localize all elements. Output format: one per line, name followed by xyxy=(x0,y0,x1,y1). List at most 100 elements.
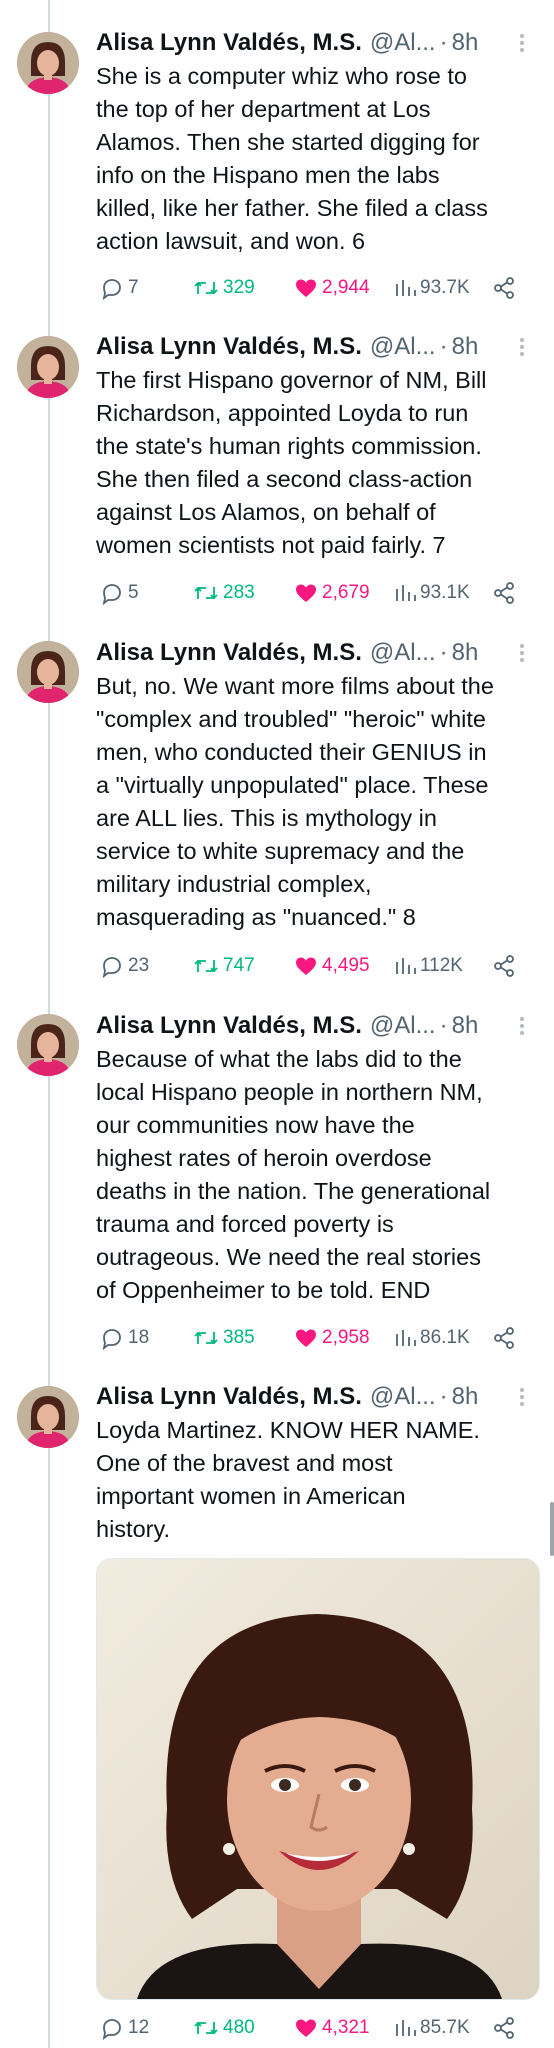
separator-dot: · xyxy=(439,639,448,666)
reply-icon xyxy=(102,2019,121,2040)
separator-dot: · xyxy=(439,1383,448,1410)
share-icon xyxy=(494,277,514,299)
views-button[interactable]: 112K xyxy=(394,952,463,980)
more-icon[interactable] xyxy=(516,1015,528,1039)
like-button[interactable]: 4,495 xyxy=(294,952,370,980)
heart-icon xyxy=(296,584,316,602)
view-count: 112K xyxy=(420,955,463,976)
author-handle[interactable]: @Al... xyxy=(370,1383,436,1411)
author-name[interactable]: Alisa Lynn Valdés, M.S. xyxy=(96,1012,362,1040)
reply-button[interactable]: 7 xyxy=(100,274,139,302)
like-button[interactable]: 2,944 xyxy=(294,274,370,302)
author-handle[interactable]: @Al... xyxy=(370,29,436,57)
timestamp[interactable]: 8h xyxy=(452,333,479,361)
retweet-button[interactable]: 385 xyxy=(193,1324,255,1352)
like-count: 4,321 xyxy=(322,2017,370,2038)
tweet-actions: 7 329 2,944 93.7K xyxy=(100,274,540,302)
heart-icon xyxy=(296,1329,316,1347)
reply-count: 7 xyxy=(128,277,139,298)
tweet-text: Because of what the labs did to the loca… xyxy=(96,1046,491,1303)
tweet-header: Alisa Lynn Valdés, M.S. @Al... · 8h xyxy=(96,1009,478,1043)
timestamp[interactable]: 8h xyxy=(452,639,479,667)
view-count: 93.1K xyxy=(420,582,470,603)
tweet-text: The first Hispano governor of NM, Bill R… xyxy=(96,367,487,558)
tweet-actions: 18 385 2,958 86.1K xyxy=(100,1324,540,1352)
reply-icon xyxy=(102,957,121,978)
avatar[interactable] xyxy=(17,1014,79,1076)
tweet-header: Alisa Lynn Valdés, M.S. @Al... · 8h xyxy=(96,26,478,60)
share-icon xyxy=(494,955,514,977)
share-button[interactable] xyxy=(492,2014,520,2042)
reply-button[interactable]: 12 xyxy=(100,2014,149,2042)
retweet-icon xyxy=(194,2021,218,2035)
like-count: 2,679 xyxy=(322,582,370,603)
more-icon[interactable] xyxy=(516,1386,528,1410)
views-icon xyxy=(396,1330,416,1346)
like-count: 4,495 xyxy=(322,955,370,976)
more-icon[interactable] xyxy=(516,32,528,56)
heart-icon xyxy=(296,2019,316,2037)
retweet-button[interactable]: 329 xyxy=(193,274,255,302)
author-name[interactable]: Alisa Lynn Valdés, M.S. xyxy=(96,639,362,667)
tweet-text: But, no. We want more films about the "c… xyxy=(96,673,494,930)
tweet-text: She is a computer whiz who rose to the t… xyxy=(96,63,488,254)
like-button[interactable]: 4,321 xyxy=(294,2014,370,2042)
separator-dot: · xyxy=(439,1012,448,1039)
separator-dot: · xyxy=(439,333,448,360)
author-handle[interactable]: @Al... xyxy=(370,1012,436,1040)
like-button[interactable]: 2,679 xyxy=(294,579,370,607)
reply-icon xyxy=(102,279,121,300)
timestamp[interactable]: 8h xyxy=(452,29,479,57)
tweet-photo[interactable] xyxy=(96,1558,540,2000)
heart-icon xyxy=(296,279,316,297)
share-icon xyxy=(494,582,514,604)
reply-button[interactable]: 18 xyxy=(100,1324,149,1352)
view-count: 86.1K xyxy=(420,1327,470,1348)
reply-icon xyxy=(102,1329,121,1350)
portrait-image xyxy=(97,1559,539,1999)
retweet-button[interactable]: 747 xyxy=(193,952,255,980)
scrollbar[interactable] xyxy=(550,1502,554,1556)
author-name[interactable]: Alisa Lynn Valdés, M.S. xyxy=(96,1383,362,1411)
avatar[interactable] xyxy=(17,32,79,94)
author-handle[interactable]: @Al... xyxy=(370,333,436,361)
reply-count: 12 xyxy=(128,2017,150,2038)
author-name[interactable]: Alisa Lynn Valdés, M.S. xyxy=(96,29,362,57)
share-button[interactable] xyxy=(492,579,520,607)
separator-dot: · xyxy=(439,29,448,56)
reply-count: 23 xyxy=(128,955,150,976)
more-icon[interactable] xyxy=(516,336,528,360)
avatar[interactable] xyxy=(17,336,79,398)
reply-button[interactable]: 23 xyxy=(100,952,149,980)
share-button[interactable] xyxy=(492,952,520,980)
retweet-button[interactable]: 480 xyxy=(193,2014,255,2042)
timestamp[interactable]: 8h xyxy=(452,1383,479,1411)
tweet-header: Alisa Lynn Valdés, M.S. @Al... · 8h xyxy=(96,330,478,364)
like-count: 2,958 xyxy=(322,1327,370,1348)
retweet-button[interactable]: 283 xyxy=(193,579,255,607)
views-button[interactable]: 85.7K xyxy=(394,2014,470,2042)
retweet-icon xyxy=(194,959,218,973)
reply-icon xyxy=(102,584,121,605)
timestamp[interactable]: 8h xyxy=(452,1012,479,1040)
like-button[interactable]: 2,958 xyxy=(294,1324,370,1352)
retweet-count: 747 xyxy=(223,955,255,976)
share-button[interactable] xyxy=(492,1324,520,1352)
tweet-header: Alisa Lynn Valdés, M.S. @Al... · 8h xyxy=(96,636,478,670)
more-icon[interactable] xyxy=(516,642,528,666)
avatar[interactable] xyxy=(17,641,79,703)
reply-count: 5 xyxy=(128,582,139,603)
retweet-icon xyxy=(194,1331,218,1345)
author-name[interactable]: Alisa Lynn Valdés, M.S. xyxy=(96,333,362,361)
avatar[interactable] xyxy=(17,1386,79,1448)
like-count: 2,944 xyxy=(322,277,370,298)
view-count: 85.7K xyxy=(420,2017,470,2038)
retweet-count: 329 xyxy=(223,277,255,298)
retweet-count: 480 xyxy=(223,2017,255,2038)
reply-button[interactable]: 5 xyxy=(100,579,139,607)
views-button[interactable]: 86.1K xyxy=(394,1324,470,1352)
views-button[interactable]: 93.7K xyxy=(394,274,470,302)
views-button[interactable]: 93.1K xyxy=(394,579,470,607)
share-button[interactable] xyxy=(492,274,520,302)
author-handle[interactable]: @Al... xyxy=(370,639,436,667)
